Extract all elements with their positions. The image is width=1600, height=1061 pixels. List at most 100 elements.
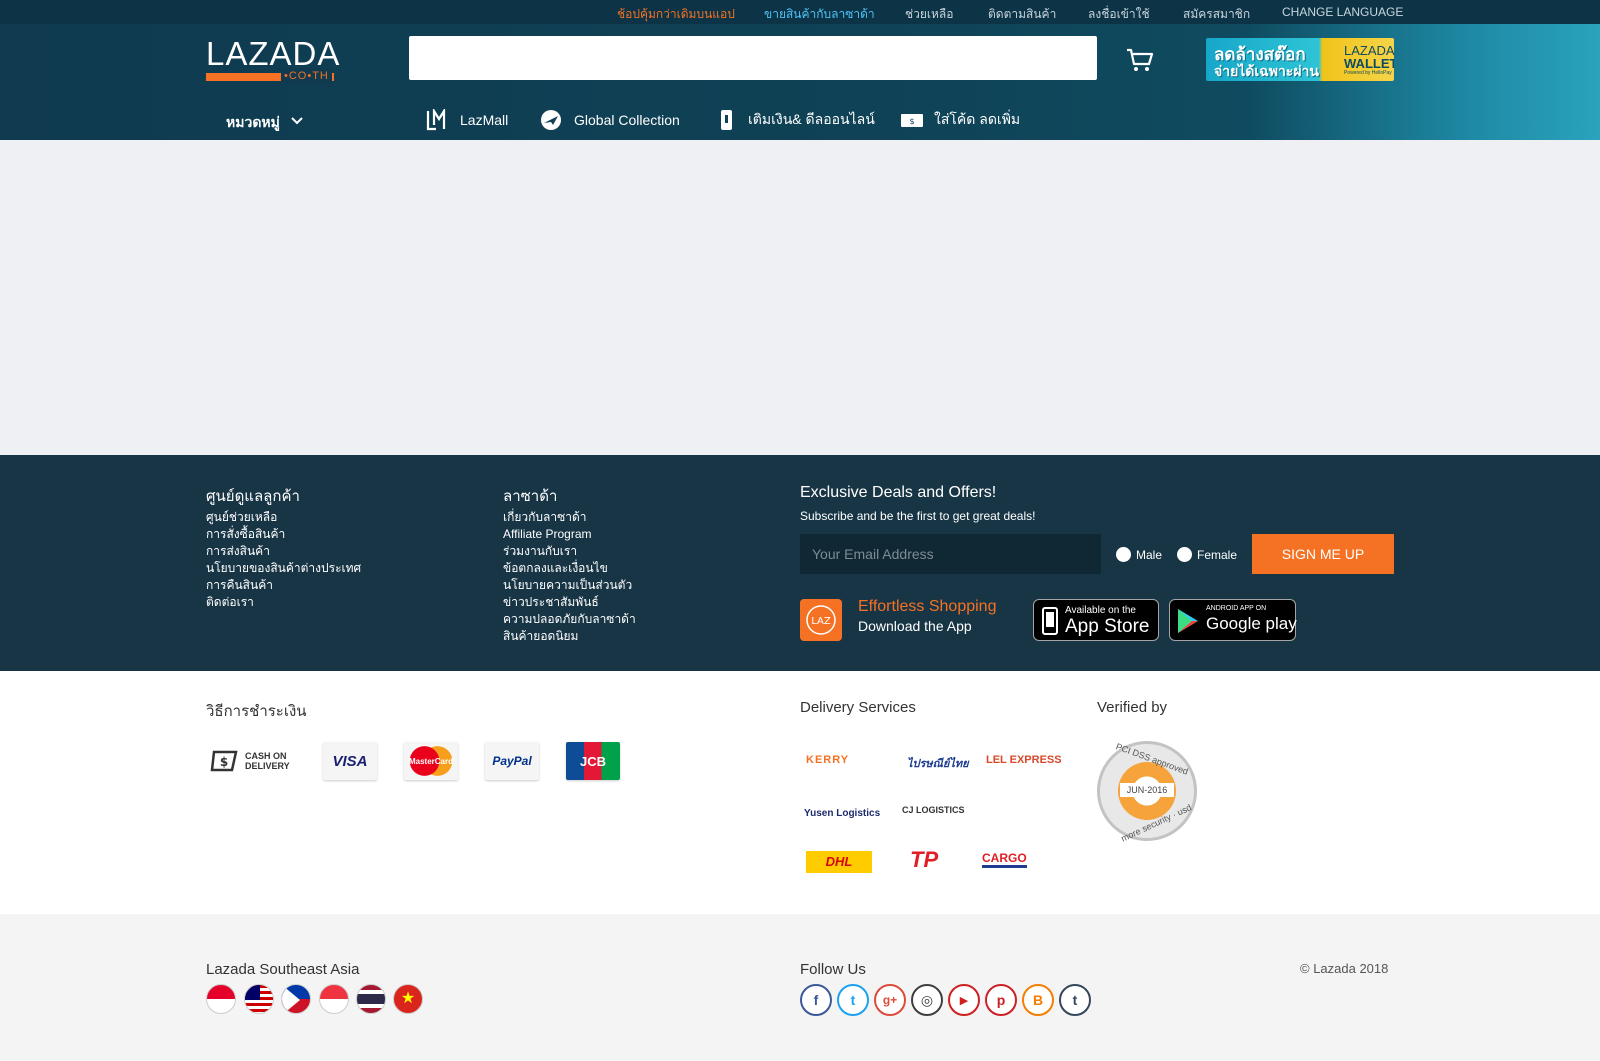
payment-delivery-section: วิธีการชำระเงิน $ CASH ON DELIVERY VISA …	[0, 671, 1600, 914]
dhl-logo: DHL	[806, 851, 872, 873]
gender-female-radio[interactable]: Female	[1177, 547, 1237, 562]
follow-title: Follow Us	[800, 961, 866, 978]
nav-global-label: Global Collection	[574, 112, 680, 128]
top-bar: ช้อปคุ้มกว่าเดิมบนแอป ขายสินค้ากับลาซาด้…	[0, 0, 1600, 24]
footer-link[interactable]: ข้อตกลงและเงื่อนไข	[503, 560, 636, 577]
cod-label: CASH ON DELIVERY	[245, 751, 290, 771]
nav-topup-label: เติมเงิน& ดีลออนไลน์	[748, 111, 875, 127]
topbar-sell-link[interactable]: ขายสินค้ากับลาซาด้า	[764, 5, 875, 24]
cash-icon: $	[210, 750, 238, 772]
footer-link[interactable]: ร่วมงานกับเรา	[503, 543, 636, 560]
cod-badge: $ CASH ON DELIVERY	[210, 742, 300, 780]
app-icon-text: LAZ	[811, 616, 831, 627]
facebook-icon[interactable]: f	[800, 984, 832, 1016]
instagram-icon[interactable]: ◎	[911, 984, 943, 1016]
footer-link[interactable]: นโยบายของสินค้าต่างประเทศ	[206, 560, 361, 577]
jcb-badge: JCB	[566, 742, 620, 780]
footer-links-section: ศูนย์ดูแลลูกค้า ศูนย์ช่วยเหลือ การสั่งซื…	[0, 455, 1600, 671]
topbar-track-link[interactable]: ติดตามสินค้า	[988, 5, 1056, 24]
google-play-button[interactable]: ANDROID APP ON Google play	[1169, 599, 1297, 641]
nav-lazmall[interactable]: LazMall	[426, 108, 508, 132]
topbar-login-link[interactable]: ลงชื่อเข้าใช้	[1088, 5, 1150, 24]
footer-link[interactable]: การสั่งซื้อสินค้า	[206, 526, 361, 543]
bottom-footer: Lazada Southeast Asia ★ Follow Us f t g+…	[0, 914, 1600, 1061]
search-input[interactable]	[409, 36, 1097, 80]
category-menu-label[interactable]: หมวดหมู่	[226, 112, 280, 134]
flag-thailand-icon[interactable]	[356, 984, 386, 1014]
cart-icon[interactable]	[1124, 44, 1156, 76]
delivery-title: Delivery Services	[800, 699, 916, 716]
visa-badge: VISA	[323, 742, 377, 780]
googleplay-large-text: Google play	[1206, 614, 1297, 633]
flag-indonesia-icon[interactable]	[206, 984, 236, 1014]
radio-circle	[1177, 547, 1192, 562]
svg-text:$: $	[220, 755, 228, 769]
tumblr-icon[interactable]: t	[1059, 984, 1091, 1016]
app-store-button[interactable]: Available on the App Store	[1033, 599, 1159, 641]
topbar-app-link[interactable]: ช้อปคุ้มกว่าเดิมบนแอป	[617, 5, 735, 24]
region-title: Lazada Southeast Asia	[206, 961, 360, 978]
topbar-help-link[interactable]: ช่วยเหลือ	[905, 5, 954, 24]
banner-line2: จ่ายได้เฉพาะผ่าน	[1214, 63, 1319, 79]
site-header: ช้อปคุ้มกว่าเดิมบนแอป ขายสินค้ากับลาซาด้…	[0, 0, 1600, 140]
footer-link[interactable]: นโยบายความเป็นส่วนตัว	[503, 577, 636, 594]
phone-icon	[1042, 607, 1058, 635]
laz-app-icon[interactable]: LAZ	[800, 599, 842, 641]
footer-link[interactable]: Affiliate Program	[503, 526, 636, 543]
nav-global-collection[interactable]: Global Collection	[540, 108, 680, 132]
logo-suffix: •CO•TH	[281, 68, 332, 84]
pinterest-icon[interactable]: p	[985, 984, 1017, 1016]
footer-link[interactable]: ติดต่อเรา	[206, 594, 361, 611]
banner-brand2: WALLET	[1344, 56, 1394, 71]
payment-title: วิธีการชำระเงิน	[206, 703, 307, 720]
app-promo-line1: Effortless Shopping	[858, 598, 997, 615]
newsletter-title: Exclusive Deals and Offers!	[800, 484, 997, 501]
topbar-signup-link[interactable]: สมัครสมาชิก	[1183, 5, 1250, 24]
footer-link[interactable]: การคืนสินค้า	[206, 577, 361, 594]
global-collection-icon	[541, 110, 561, 130]
lazada-logo[interactable]: LAZADA •CO•TH	[206, 35, 341, 84]
footer-link[interactable]: ความปลอดภัยกับลาซาด้า	[503, 611, 636, 628]
banner-brand3: Powered by HelloPay	[1344, 70, 1392, 76]
female-label: Female	[1197, 547, 1238, 562]
lazada-title: ลาซาด้า	[503, 488, 558, 505]
flag-philippines-icon[interactable]	[281, 984, 311, 1014]
footer-link[interactable]: ศูนย์ช่วยเหลือ	[206, 509, 361, 526]
footer-link[interactable]: การส่งสินค้า	[206, 543, 361, 560]
lazada-list: เกี่ยวกับลาซาด้า Affiliate Program ร่วมง…	[503, 509, 636, 645]
nav-topup[interactable]: เติมเงิน& ดีลออนไลน์	[714, 108, 875, 132]
kerry-logo: KERRY	[806, 754, 850, 766]
chevron-down-icon[interactable]	[290, 114, 304, 128]
mastercard-badge: MasterCard	[404, 742, 458, 780]
flag-vietnam-icon[interactable]: ★	[393, 984, 423, 1014]
radio-circle	[1116, 547, 1131, 562]
thailand-post-logo: ไปรษณีย์ไทย	[907, 758, 969, 770]
topbar-language-link[interactable]: CHANGE LANGUAGE	[1282, 5, 1403, 19]
wallet-promo-banner[interactable]: ลดล้างสต๊อก จ่ายได้เฉพาะผ่าน LAZADA WALL…	[1206, 38, 1394, 81]
yusen-logistics-logo: Yusen Logistics	[804, 808, 881, 819]
appstore-small-text: Available on the	[1065, 605, 1136, 616]
app-promo-line2: Download the App	[858, 618, 972, 634]
twitter-icon[interactable]: t	[837, 984, 869, 1016]
flag-singapore-icon[interactable]	[319, 984, 349, 1014]
sign-me-up-button[interactable]: SIGN ME UP	[1252, 534, 1394, 574]
nav-voucher[interactable]: $ ใส่โค้ด ลดเพิ่ม	[900, 108, 1020, 132]
footer-link[interactable]: เกี่ยวกับลาซาด้า	[503, 509, 636, 526]
cargo-logo: CARGO	[982, 851, 1027, 868]
google-plus-icon[interactable]: g+	[874, 984, 906, 1016]
googleplay-small-text: ANDROID APP ON	[1206, 605, 1267, 612]
flag-malaysia-icon[interactable]	[244, 984, 274, 1014]
gender-male-radio[interactable]: Male	[1116, 547, 1162, 562]
email-field[interactable]	[800, 534, 1101, 574]
youtube-icon[interactable]: ▶	[948, 984, 980, 1016]
footer-link[interactable]: สินค้ายอดนิยม	[503, 628, 636, 645]
footer-link[interactable]: ข่าวประชาสัมพันธ์	[503, 594, 636, 611]
mobile-topup-icon	[721, 110, 732, 130]
logo-word: LAZADA	[206, 35, 341, 72]
blogger-icon[interactable]: B	[1022, 984, 1054, 1016]
customer-care-title: ศูนย์ดูแลลูกค้า	[206, 488, 300, 505]
newsletter-subtitle: Subscribe and be the first to get great …	[800, 509, 1036, 523]
voucher-icon: $	[901, 114, 923, 127]
cj-logistics-logo: CJ LOGISTICS	[902, 805, 965, 815]
nav-voucher-label: ใส่โค้ด ลดเพิ่ม	[934, 111, 1021, 127]
